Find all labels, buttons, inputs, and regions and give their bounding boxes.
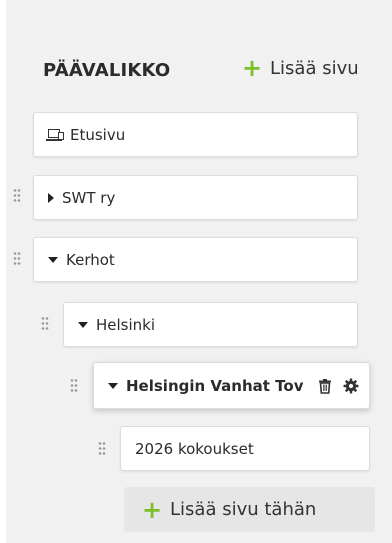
menu-item-label: Helsinki — [96, 315, 156, 334]
menu-item-etusivu[interactable]: Etusivu — [33, 112, 358, 157]
item-actions — [311, 363, 359, 408]
home-screen-icon — [46, 129, 64, 141]
collapse-triangle-icon[interactable] — [48, 256, 58, 263]
add-page-label: Lisää sivu — [270, 57, 359, 79]
menu-item-label: Kerhot — [66, 250, 115, 269]
plus-icon: + — [142, 495, 163, 524]
drag-handle-icon[interactable] — [98, 441, 106, 455]
drag-handle-icon[interactable] — [41, 316, 49, 330]
menu-item-2026-kokoukset[interactable]: 2026 kokoukset — [120, 426, 370, 471]
collapse-triangle-icon[interactable] — [108, 382, 118, 389]
menu-item-helsingin-vanhat[interactable]: Helsingin Vanhat Tov — [93, 362, 370, 409]
menu-title: PÄÄVALIKKO — [43, 60, 171, 81]
menu-panel: PÄÄVALIKKO + Lisää sivu Etusivu SWT ry K… — [6, 0, 392, 543]
add-page-here-button[interactable]: + Lisää sivu tähän — [124, 487, 375, 532]
plus-icon: + — [242, 54, 263, 82]
gear-icon[interactable] — [343, 378, 359, 394]
collapse-triangle-icon[interactable] — [78, 321, 88, 328]
menu-item-label: 2026 kokoukset — [135, 439, 254, 458]
add-page-button[interactable]: + Lisää sivu — [242, 56, 359, 80]
menu-item-label: Helsingin Vanhat Tov — [126, 376, 304, 395]
menu-item-kerhot[interactable]: Kerhot — [33, 237, 358, 282]
drag-handle-icon[interactable] — [13, 251, 21, 265]
expand-triangle-icon[interactable] — [48, 192, 54, 203]
add-page-here-label: Lisää sivu tähän — [170, 499, 317, 520]
menu-item-label: SWT ry — [62, 188, 116, 207]
drag-handle-icon[interactable] — [70, 378, 78, 392]
menu-item-swt-ry[interactable]: SWT ry — [33, 175, 358, 220]
trash-icon[interactable] — [317, 378, 333, 394]
menu-item-helsinki[interactable]: Helsinki — [63, 302, 358, 347]
menu-item-label: Etusivu — [70, 125, 126, 144]
drag-handle-icon[interactable] — [13, 188, 21, 202]
